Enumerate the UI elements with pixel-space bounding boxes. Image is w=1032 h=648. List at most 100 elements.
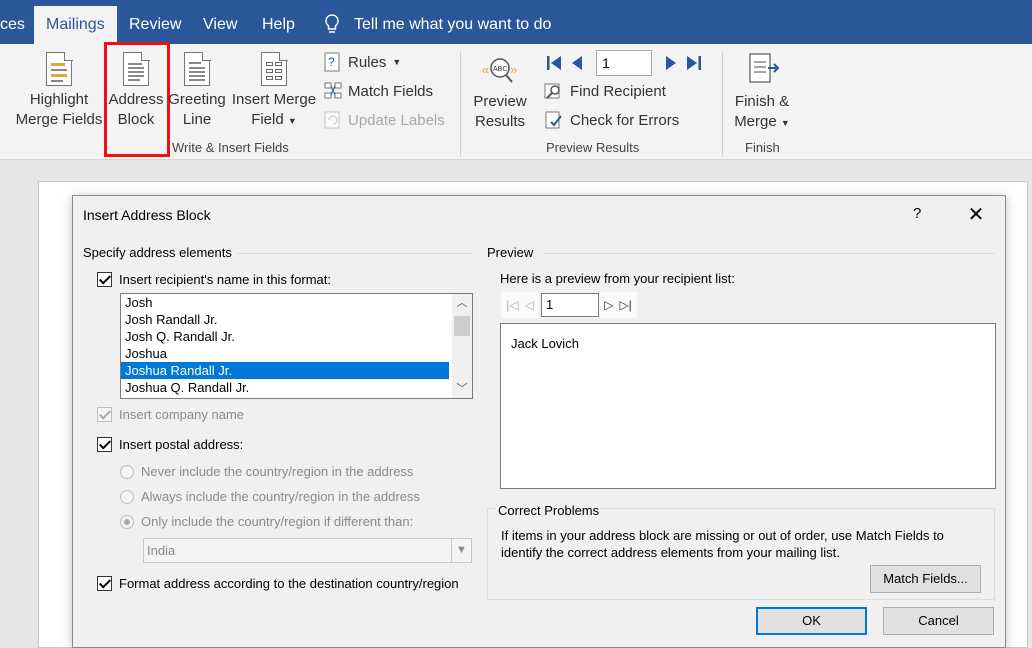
insert-company-checkbox[interactable]: Insert company name bbox=[97, 407, 244, 422]
finish-merge-label-2: Merge ▼ bbox=[734, 113, 790, 130]
next-record-icon[interactable] bbox=[662, 53, 680, 73]
highlight-fields-icon bbox=[46, 51, 73, 86]
preview-address-text: Jack Lovich bbox=[511, 336, 579, 351]
svg-text:»: » bbox=[510, 62, 517, 77]
ribbon-separator bbox=[722, 52, 723, 156]
preview-results-icon: « ABC » bbox=[482, 58, 517, 83]
tell-me-search[interactable]: Tell me what you want to do bbox=[324, 6, 551, 44]
list-item[interactable]: Joshua bbox=[121, 345, 449, 362]
list-item-selected[interactable]: Joshua Randall Jr. bbox=[121, 362, 449, 379]
cancel-button[interactable]: Cancel bbox=[883, 607, 994, 635]
correct-problems-group: Correct Problems If items in your addres… bbox=[487, 503, 995, 600]
match-fields-ribbon-button[interactable]: Match Fields bbox=[324, 79, 433, 103]
close-button[interactable]: ✕ bbox=[966, 202, 986, 227]
radio-circle bbox=[120, 514, 134, 529]
list-item[interactable]: Joshua Q. Randall Jr. bbox=[121, 379, 449, 396]
finish-merge-button[interactable]: Finish & Merge ▼ bbox=[730, 52, 794, 133]
preview-navigation: |◁ ◁ 1 ▷ ▷| bbox=[501, 291, 637, 319]
preview-group-label: Preview Results bbox=[546, 140, 640, 155]
radio-circle bbox=[120, 464, 134, 479]
radio-label: Always include the country/region in the… bbox=[141, 489, 420, 504]
insert-name-label: Insert recipient's name in this format: bbox=[119, 272, 332, 287]
insert-merge-label-1: Insert Merge bbox=[231, 91, 317, 108]
checkbox-box bbox=[97, 407, 112, 422]
svg-text:ABC: ABC bbox=[493, 66, 507, 73]
scroll-thumb[interactable] bbox=[454, 316, 470, 336]
highlight-merge-fields-button[interactable]: Highlight Merge Fields bbox=[14, 51, 104, 130]
svg-text:?: ? bbox=[328, 55, 335, 69]
match-fields-button[interactable]: Match Fields... bbox=[870, 565, 981, 593]
preview-prev-nav: |◁ ◁ bbox=[501, 292, 539, 318]
check-errors-button[interactable]: Check for Errors bbox=[544, 108, 679, 132]
radio-circle bbox=[120, 489, 134, 504]
ribbon-separator bbox=[460, 52, 461, 156]
radio-label: Never include the country/region in the … bbox=[141, 464, 414, 479]
find-recipient-label: Find Recipient bbox=[570, 82, 666, 100]
lightbulb-icon bbox=[325, 14, 339, 33]
rules-label: Rules bbox=[348, 53, 387, 71]
preview-results-button[interactable]: « ABC » Preview Results bbox=[468, 52, 532, 132]
insert-name-checkbox[interactable]: Insert recipient's name in this format: bbox=[97, 272, 331, 287]
checkbox-box bbox=[97, 437, 112, 452]
specify-elements-label: Specify address elements bbox=[83, 245, 232, 260]
preview-next-nav: ▷ ▷| bbox=[599, 292, 637, 318]
red-highlight-annotation bbox=[104, 42, 170, 157]
preview-results-label-2: Results bbox=[474, 113, 526, 130]
ribbon: Highlight Merge Fields Address Block Gre… bbox=[0, 42, 1032, 160]
update-labels-icon bbox=[324, 111, 340, 129]
next-record-icon[interactable]: ▷ bbox=[604, 298, 613, 312]
ribbon-tab-bar: ces Mailings Review View Help Tell me wh… bbox=[0, 0, 1032, 44]
chevron-down-icon[interactable]: ▼ bbox=[451, 539, 471, 562]
match-fields-label: Match Fields bbox=[348, 82, 434, 100]
insert-postal-checkbox[interactable]: Insert postal address: bbox=[97, 437, 243, 452]
scroll-up-icon[interactable]: ︿ bbox=[452, 294, 472, 312]
rules-button[interactable]: ? Rules ▼ bbox=[324, 50, 401, 74]
svg-text:«: « bbox=[482, 62, 489, 77]
correct-problems-text-1: If items in your address block are missi… bbox=[501, 528, 944, 543]
tab-references[interactable]: ces bbox=[0, 6, 37, 44]
highlight-label-2: Merge Fields bbox=[15, 111, 103, 128]
country-select[interactable]: India ▼ bbox=[143, 538, 472, 563]
scroll-down-icon[interactable]: ﹀ bbox=[452, 380, 472, 398]
ok-button[interactable]: OK bbox=[756, 607, 867, 635]
greeting-label-1: Greeting bbox=[168, 91, 226, 108]
name-format-list[interactable]: Josh Josh Randall Jr. Josh Q. Randall Jr… bbox=[120, 293, 473, 399]
rules-icon: ? bbox=[324, 52, 340, 72]
tab-view[interactable]: View bbox=[191, 6, 249, 44]
greeting-line-button[interactable]: Greeting Line bbox=[166, 51, 228, 130]
find-recipient-icon bbox=[544, 83, 560, 99]
tab-review[interactable]: Review bbox=[117, 6, 193, 44]
insert-merge-field-button[interactable]: Insert Merge Field ▼ bbox=[230, 51, 318, 131]
last-record-icon[interactable] bbox=[684, 53, 704, 73]
radio-only-if-different[interactable]: Only include the country/region if diffe… bbox=[120, 514, 413, 529]
find-recipient-button[interactable]: Find Recipient bbox=[544, 79, 666, 103]
list-item[interactable]: Josh Q. Randall Jr. bbox=[121, 328, 449, 345]
radio-always-country[interactable]: Always include the country/region in the… bbox=[120, 489, 420, 504]
checkbox-box bbox=[97, 576, 112, 591]
radio-never-country[interactable]: Never include the country/region in the … bbox=[120, 464, 413, 479]
match-fields-icon bbox=[324, 82, 342, 99]
preview-record-input[interactable]: 1 bbox=[541, 293, 599, 317]
help-button[interactable]: ? bbox=[913, 205, 921, 222]
list-scrollbar[interactable]: ︿ ﹀ bbox=[452, 294, 472, 398]
first-record-icon[interactable]: |◁ bbox=[506, 298, 518, 312]
list-item[interactable]: Josh bbox=[121, 294, 449, 311]
chevron-down-icon: ▼ bbox=[287, 116, 297, 126]
previous-record-icon[interactable]: ◁ bbox=[525, 298, 534, 312]
update-labels-button[interactable]: Update Labels bbox=[324, 108, 445, 132]
finish-merge-icon bbox=[749, 53, 780, 83]
previous-record-icon[interactable] bbox=[568, 53, 586, 73]
format-address-checkbox[interactable]: Format address according to the destinat… bbox=[97, 576, 459, 591]
finish-merge-label-1: Finish & bbox=[734, 93, 790, 110]
insert-postal-label: Insert postal address: bbox=[119, 437, 244, 452]
insert-address-block-dialog: Insert Address Block ? ✕ Specify address… bbox=[72, 195, 1006, 648]
tab-mailings[interactable]: Mailings bbox=[34, 6, 117, 44]
insert-merge-field-icon bbox=[261, 51, 288, 86]
dialog-title: Insert Address Block bbox=[83, 207, 211, 223]
tab-help[interactable]: Help bbox=[250, 6, 307, 44]
list-item[interactable]: Josh Randall Jr. bbox=[121, 311, 449, 328]
last-record-icon[interactable]: ▷| bbox=[619, 298, 631, 312]
first-record-icon[interactable] bbox=[544, 53, 564, 73]
correct-problems-label: Correct Problems bbox=[496, 503, 602, 518]
record-number-input[interactable]: 1 bbox=[596, 50, 652, 76]
